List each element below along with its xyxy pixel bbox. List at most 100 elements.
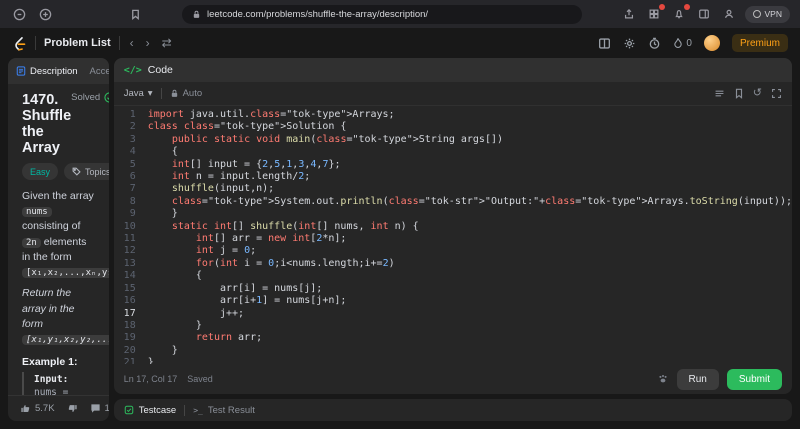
- browser-bar: leetcode.com/problems/shuffle-the-array/…: [0, 0, 800, 28]
- auto-toggle[interactable]: Auto: [170, 88, 202, 99]
- code-line[interactable]: 5 int[] input = {2,5,1,3,4,7};: [114, 159, 792, 171]
- lock-icon: [171, 89, 177, 97]
- terminal-icon: >_: [193, 405, 203, 415]
- code-line[interactable]: 8 class="tok-type">System.out.println(cl…: [114, 196, 792, 208]
- topics-button[interactable]: Topics: [64, 163, 109, 180]
- leetcode-logo[interactable]: [12, 35, 27, 52]
- lock-icon: [193, 10, 200, 18]
- tab-testcase[interactable]: Testcase: [124, 405, 176, 416]
- layout-icon[interactable]: [598, 37, 611, 50]
- sidebar-toggle-icon[interactable]: [10, 5, 28, 23]
- code-panel: </> Code Java ▾ Auto ↺ 1 import java.uti…: [113, 58, 792, 394]
- description-icon: [16, 66, 26, 76]
- tag-icon: [72, 167, 81, 176]
- line-number: 7: [129, 183, 136, 195]
- streak-counter[interactable]: 0: [673, 37, 692, 49]
- code-editor[interactable]: 1 import java.util.class="tok-type">Array…: [114, 106, 792, 364]
- notification-dot: [658, 4, 665, 10]
- code-line[interactable]: 16 arr[i+1] = nums[j+n];: [114, 295, 792, 307]
- line-number: 11: [123, 233, 136, 245]
- divider: [118, 36, 120, 50]
- split-view-icon[interactable]: [695, 5, 713, 23]
- new-tab-icon[interactable]: [36, 5, 54, 23]
- submit-button[interactable]: Submit: [726, 368, 782, 390]
- line-number: 20: [123, 344, 136, 356]
- share-icon[interactable]: [620, 5, 638, 23]
- format-icon[interactable]: [714, 88, 725, 99]
- code-line[interactable]: 17 j++;: [114, 308, 792, 320]
- code-line[interactable]: 2 class class="tok-type">Solution {: [114, 121, 792, 133]
- code-line[interactable]: 15 arr[i] = nums[j];: [114, 283, 792, 295]
- thumbs-up-icon: [21, 405, 30, 412]
- avatar[interactable]: [703, 35, 720, 51]
- description-panel: Description Accepted × Editorial Solutio…: [8, 58, 109, 421]
- line-number: 13: [123, 257, 136, 269]
- random-problem-icon[interactable]: ⇄: [160, 37, 174, 49]
- bookmark-icon[interactable]: [734, 88, 744, 99]
- code-line[interactable]: 6 int n = input.length/2;: [114, 171, 792, 183]
- code-line[interactable]: 19 return arr;: [114, 332, 792, 344]
- code-line[interactable]: 4 {: [114, 146, 792, 158]
- notification-dot: [683, 4, 690, 10]
- vpn-status-icon: [752, 10, 761, 18]
- line-number: 9: [129, 208, 136, 220]
- flame-icon: [674, 38, 683, 48]
- vpn-badge[interactable]: VPN: [744, 5, 790, 23]
- code-line[interactable]: 9 }: [114, 208, 792, 220]
- solved-badge: Solved: [71, 92, 109, 103]
- dislike-button[interactable]: [67, 403, 78, 414]
- save-status: Saved: [187, 374, 213, 384]
- timer-icon[interactable]: [648, 37, 661, 50]
- line-number: 8: [129, 195, 136, 207]
- line-number: 12: [123, 245, 136, 257]
- page-title: 1470. Shuffle the Array: [22, 92, 72, 156]
- line-number: 6: [129, 171, 136, 183]
- tab-description[interactable]: Description: [16, 66, 78, 77]
- code-line[interactable]: 11 int[] arr = new int[2*n];: [114, 233, 792, 245]
- example-heading: Example 1:: [22, 356, 78, 369]
- reset-icon[interactable]: ↺: [753, 88, 762, 99]
- statement-paragraph: Given the array nums consisting of 2n el…: [22, 189, 109, 280]
- thumbs-down-icon: [68, 405, 77, 412]
- code-line[interactable]: 14 {: [114, 270, 792, 282]
- url-text: leetcode.com/problems/shuffle-the-array/…: [207, 8, 429, 20]
- chevron-down-icon: ▾: [147, 88, 153, 99]
- tab-accepted[interactable]: Accepted ×: [90, 66, 109, 77]
- code-line[interactable]: 10 static int[] shuffle(int[] nums, int …: [114, 221, 792, 233]
- difficulty-badge[interactable]: Easy: [22, 163, 59, 180]
- extensions-icon[interactable]: [645, 4, 665, 23]
- check-square-icon: [124, 405, 133, 415]
- comments-button[interactable]: 104: [90, 403, 109, 414]
- code-panel-title: Code: [147, 64, 173, 76]
- premium-button[interactable]: Premium: [731, 34, 788, 52]
- prev-problem-icon[interactable]: ‹: [128, 37, 136, 49]
- code-line[interactable]: 20 }: [114, 345, 792, 357]
- code-line[interactable]: 13 for(int i = 0;i<nums.length;i+=2): [114, 258, 792, 270]
- code-line[interactable]: 18 }: [114, 320, 792, 332]
- problem-list-link[interactable]: Problem List: [44, 37, 111, 49]
- like-button[interactable]: 5.7K: [20, 403, 55, 414]
- code-line[interactable]: 1 import java.util.class="tok-type">Array…: [114, 109, 792, 121]
- code-line[interactable]: 7 shuffle(input,n);: [114, 183, 792, 195]
- divider: [35, 36, 36, 50]
- tab-test-result[interactable]: >_ Test Result: [193, 405, 255, 416]
- profile-icon[interactable]: [720, 5, 738, 23]
- debug-paw-icon[interactable]: [657, 373, 669, 385]
- address-bar[interactable]: leetcode.com/problems/shuffle-the-array/…: [182, 4, 582, 24]
- next-problem-icon[interactable]: ›: [144, 37, 152, 49]
- description-tabbar: Description Accepted × Editorial Solutio…: [8, 58, 109, 84]
- fullscreen-icon[interactable]: [771, 88, 782, 99]
- line-number: 2: [129, 121, 136, 133]
- line-number: 3: [129, 133, 136, 145]
- notifications-icon[interactable]: [670, 4, 690, 23]
- code-line[interactable]: 3 public static void main(class="tok-typ…: [114, 134, 792, 146]
- bookmark-icon[interactable]: [126, 5, 144, 23]
- run-button[interactable]: Run: [676, 368, 719, 390]
- language-select[interactable]: Java ▾: [124, 88, 153, 99]
- settings-gear-icon[interactable]: [623, 37, 636, 50]
- code-line[interactable]: 12 int j = 0;: [114, 245, 792, 257]
- example-block: Input: nums = [2,5,1,3,4,7], n = 3 Outpu…: [22, 372, 95, 395]
- editor-column: </> Code Java ▾ Auto ↺ 1 import java.uti…: [113, 58, 792, 421]
- editor-toolbar: Java ▾ Auto ↺: [113, 82, 792, 106]
- code-line[interactable]: 21}: [114, 357, 792, 364]
